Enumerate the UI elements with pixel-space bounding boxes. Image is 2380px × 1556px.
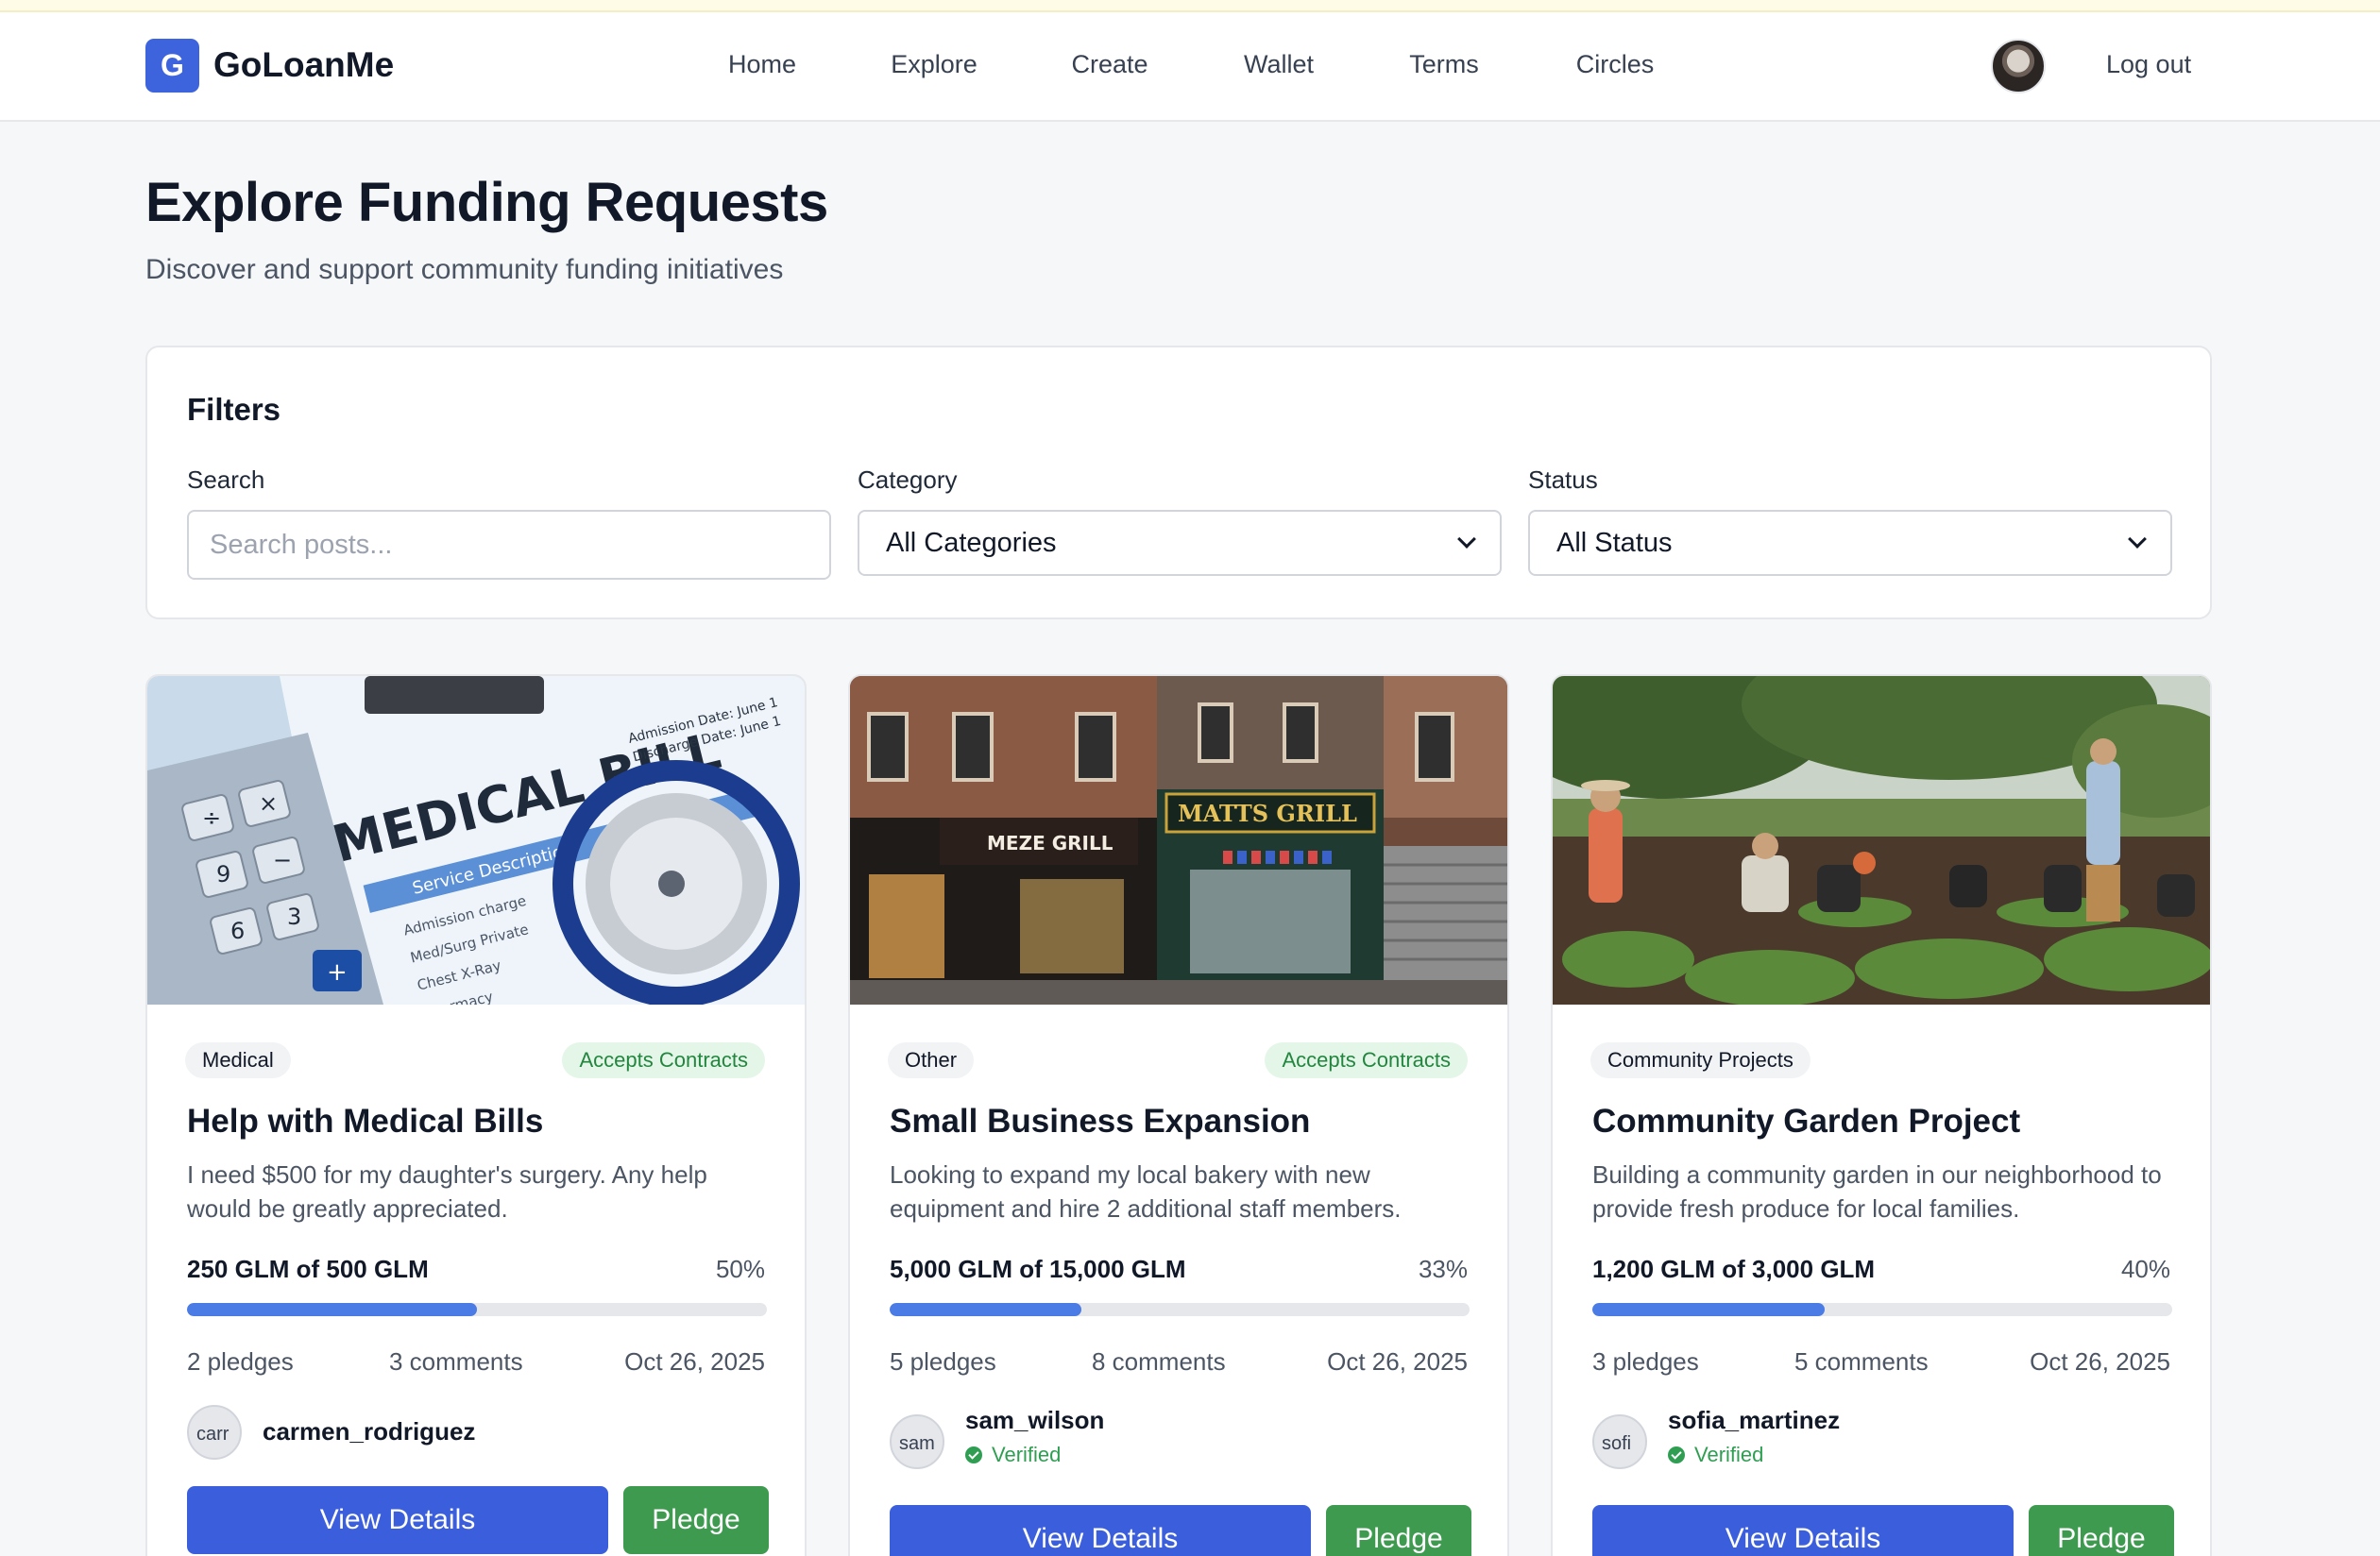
logout-link[interactable]: Log out [2106, 48, 2191, 81]
author-username[interactable]: sam_wilson [965, 1405, 1104, 1437]
category-label: Category [858, 465, 958, 494]
author-avatar[interactable]: sofi [1592, 1414, 1647, 1469]
pledges-count: 3 pledges [1592, 1347, 1699, 1376]
funding-percent: 40% [2120, 1255, 2170, 1283]
funding-amount: 1,200 GLM of 3,000 GLM [1592, 1255, 1876, 1283]
search-label: Search [187, 465, 265, 494]
post-date: Oct 26, 2025 [624, 1347, 765, 1376]
check-circle-icon [1668, 1446, 1685, 1464]
author-username[interactable]: carmen_rodriguez [263, 1416, 475, 1448]
category-select-value: All Categories [886, 527, 1057, 558]
funding-card-business: MEZE GRILL MATTS GRILL Other Accepts Con… [848, 674, 1509, 1556]
status-select-value: All Status [1556, 527, 1673, 558]
progress-fill [187, 1303, 477, 1316]
pledges-count: 2 pledges [187, 1347, 294, 1376]
post-date: Oct 26, 2025 [2030, 1347, 2170, 1376]
progress-bar [187, 1303, 767, 1316]
storefront-illustration: MEZE GRILL MATTS GRILL [850, 676, 1507, 1005]
nav-create[interactable]: Create [1071, 48, 1148, 81]
calc-key-division: ÷ [202, 804, 221, 831]
funding-card-medical: MEDICAL BILL Admission Date: June 1 Disc… [145, 674, 807, 1556]
author-avatar[interactable]: sam [890, 1414, 944, 1469]
store-sign-right: MATTS GRILL [1178, 800, 1357, 827]
view-details-button[interactable]: View Details [187, 1486, 608, 1554]
category-select[interactable]: All Categories [858, 510, 1502, 576]
status-label: Status [1528, 465, 1598, 494]
nav-terms[interactable]: Terms [1409, 48, 1479, 81]
comments-count: 5 comments [1794, 1347, 1929, 1376]
comments-count: 3 comments [389, 1347, 523, 1376]
view-details-button[interactable]: View Details [890, 1505, 1311, 1556]
filters-panel: Filters Search Category All Categories S… [145, 346, 2212, 619]
category-badge: Medical [185, 1042, 291, 1078]
card-description: Looking to expand my local bakery with n… [890, 1160, 1402, 1223]
author-avatar[interactable]: carr [187, 1405, 242, 1460]
category-badge: Community Projects [1590, 1042, 1810, 1078]
nav-home[interactable]: Home [728, 48, 796, 81]
progress-fill [1592, 1303, 1825, 1316]
pledge-button[interactable]: Pledge [2029, 1505, 2174, 1556]
user-avatar[interactable] [1991, 39, 2046, 93]
nav-circles[interactable]: Circles [1576, 48, 1655, 81]
medical-bill-illustration: MEDICAL BILL Admission Date: June 1 Disc… [147, 676, 805, 1005]
view-details-button[interactable]: View Details [1592, 1505, 2014, 1556]
filters-title: Filters [187, 392, 281, 427]
page-title: Explore Funding Requests [145, 172, 828, 233]
accepts-contracts-badge: Accepts Contracts [562, 1042, 765, 1078]
card-title[interactable]: Help with Medical Bills [187, 1101, 543, 1142]
pledge-button[interactable]: Pledge [1326, 1505, 1471, 1556]
comments-count: 8 comments [1092, 1347, 1226, 1376]
verified-label: Verified [1694, 1443, 1764, 1466]
navbar: G GoLoanMe Home Explore Create Wallet Te… [0, 12, 2380, 122]
post-date: Oct 26, 2025 [1327, 1347, 1468, 1376]
calc-key-minus: − [273, 847, 292, 873]
funding-amount: 5,000 GLM of 15,000 GLM [890, 1255, 1186, 1283]
calc-key-three: 3 [287, 904, 301, 930]
pledges-count: 5 pledges [890, 1347, 996, 1376]
check-circle-icon [965, 1446, 982, 1464]
calc-key-nine: 9 [216, 861, 230, 888]
funding-amount: 250 GLM of 500 GLM [187, 1255, 429, 1283]
card-description: I need $500 for my daughter's surgery. A… [187, 1160, 707, 1223]
top-notice-strip [0, 0, 2380, 12]
funding-card-garden: Community Projects Community Garden Proj… [1551, 674, 2212, 1556]
card-image-garden[interactable] [1553, 676, 2210, 1005]
funding-percent: 50% [715, 1255, 765, 1283]
card-title[interactable]: Community Garden Project [1592, 1101, 2020, 1142]
nav-wallet[interactable]: Wallet [1244, 48, 1314, 81]
calc-key-plus: + [327, 958, 348, 987]
card-title[interactable]: Small Business Expansion [890, 1101, 1310, 1142]
verified-label: Verified [992, 1443, 1062, 1466]
pledge-button[interactable]: Pledge [623, 1486, 769, 1554]
page-subtitle: Discover and support community funding i… [145, 254, 784, 285]
store-sign-left: MEZE GRILL [987, 832, 1114, 854]
chevron-down-icon [1457, 530, 1476, 549]
card-image-medical-bill[interactable]: MEDICAL BILL Admission Date: June 1 Disc… [147, 676, 805, 1005]
funding-percent: 33% [1418, 1255, 1468, 1283]
progress-bar [1592, 1303, 2172, 1316]
calc-key-multiply: × [259, 790, 278, 817]
nav-explore[interactable]: Explore [891, 48, 978, 81]
verified-badge: Verified [965, 1442, 1061, 1469]
author-username[interactable]: sofia_martinez [1668, 1405, 1840, 1437]
category-badge: Other [888, 1042, 975, 1078]
accepts-contracts-badge: Accepts Contracts [1265, 1042, 1468, 1078]
search-input[interactable] [187, 510, 831, 580]
status-select[interactable]: All Status [1528, 510, 2172, 576]
progress-bar [890, 1303, 1470, 1316]
calc-key-six: 6 [230, 918, 245, 944]
chevron-down-icon [2128, 530, 2147, 549]
verified-badge: Verified [1668, 1442, 1763, 1469]
progress-fill [890, 1303, 1081, 1316]
card-description: Building a community garden in our neigh… [1592, 1160, 2162, 1223]
card-image-storefront[interactable]: MEZE GRILL MATTS GRILL [850, 676, 1507, 1005]
garden-illustration [1553, 676, 2210, 1005]
